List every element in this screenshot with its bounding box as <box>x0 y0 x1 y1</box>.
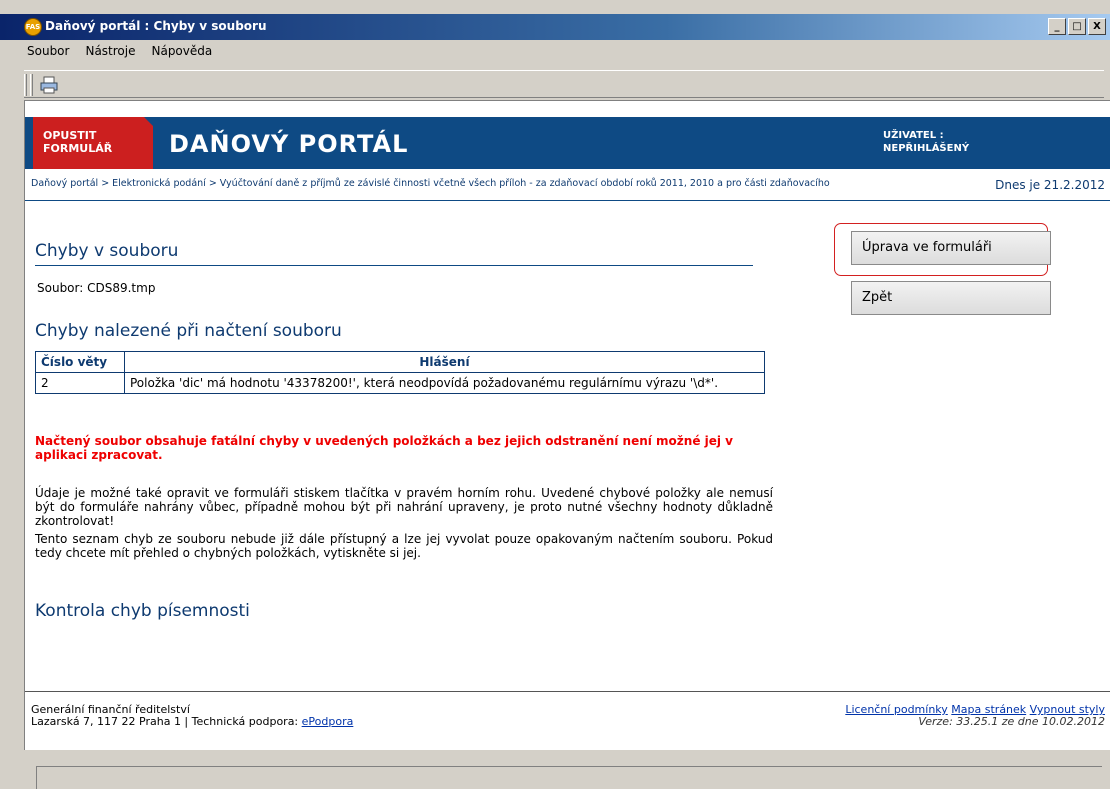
errors-found-heading: Chyby nalezené při načtení souboru <box>35 321 342 341</box>
browser-content: OPUSTIT FORMULÁŘ DAŇOVÝ PORTÁL UŽIVATEL … <box>24 100 1110 750</box>
minimize-button[interactable]: _ <box>1048 18 1066 35</box>
breadcrumb-path[interactable]: Daňový portál > Elektronická podání > Vy… <box>31 178 830 189</box>
menu-soubor[interactable]: Soubor <box>24 44 72 62</box>
epodpora-link[interactable]: ePodpora <box>302 715 354 728</box>
version-info: Verze: 33.25.1 ze dne 10.02.2012 <box>918 715 1105 728</box>
info-text: Údaje je možné také opravit ve formuláři… <box>35 486 773 564</box>
user-label: UŽIVATEL : <box>883 130 944 141</box>
toolbar-grip[interactable] <box>30 74 33 96</box>
title-bar[interactable]: FAS Daňový portál : Chyby v souboru _ □ … <box>0 14 1110 40</box>
page-title: Chyby v souboru <box>35 241 753 266</box>
exit-form-button[interactable]: OPUSTIT FORMULÁŘ <box>33 117 154 169</box>
window-controls: _ □ X <box>1048 18 1106 35</box>
footer-left: Generální finanční ředitelství Lazarská … <box>31 704 353 728</box>
breadcrumb: Daňový portál > Elektronická podání > Vy… <box>25 169 1110 201</box>
current-date: Dnes je 21.2.2012 <box>995 178 1105 192</box>
edit-in-form-button[interactable]: Úprava ve formuláři <box>851 231 1051 265</box>
fatal-error-message: Načtený soubor obsahuje fatální chyby v … <box>35 434 734 462</box>
close-button[interactable]: X <box>1088 18 1106 35</box>
menu-nastroje[interactable]: Nástroje <box>82 44 138 62</box>
table-header-row: Číslo věty Hlášení <box>35 351 765 373</box>
control-heading: Kontrola chyb písemnosti <box>35 601 250 621</box>
column-header: Číslo věty <box>35 351 125 373</box>
column-header: Hlášení <box>124 351 765 373</box>
toolbar <box>24 70 1104 98</box>
portal-header: OPUSTIT FORMULÁŘ DAŇOVÝ PORTÁL UŽIVATEL … <box>25 117 1110 169</box>
footer-address-line: Lazarská 7, 117 22 Praha 1 | Technická p… <box>31 716 353 728</box>
file-name: Soubor: CDS89.tmp <box>37 281 156 295</box>
info-paragraph: Údaje je možné také opravit ve formuláři… <box>35 486 773 528</box>
exit-label-2: FORMULÁŘ <box>43 142 113 155</box>
app-icon: FAS <box>24 18 42 36</box>
footer-right: Licenční podmínky Mapa stránek Vypnout s… <box>845 704 1105 728</box>
row-message-cell: Položka 'dic' má hodnotu '43378200!', kt… <box>124 372 765 394</box>
footer-address: Lazarská 7, 117 22 Praha 1 | Technická p… <box>31 715 302 728</box>
toolbar-grip[interactable] <box>24 74 27 96</box>
back-button[interactable]: Zpět <box>851 281 1051 315</box>
footer: Generální finanční ředitelství Lazarská … <box>25 691 1110 750</box>
errors-table: Číslo věty Hlášení 2 Položka 'dic' má ho… <box>35 351 765 394</box>
menu-bar: Soubor Nástroje Nápověda <box>24 44 215 62</box>
exit-label-1: OPUSTIT <box>43 129 97 142</box>
table-row: 2 Položka 'dic' má hodnotu '43378200!', … <box>35 372 765 394</box>
print-button[interactable] <box>38 74 60 96</box>
user-value: NEPŘIHLÁŠENÝ <box>883 143 970 154</box>
portal-brand: DAŇOVÝ PORTÁL <box>169 130 409 158</box>
menu-napoveda[interactable]: Nápověda <box>148 44 215 62</box>
row-number-cell: 2 <box>35 372 125 394</box>
print-icon <box>40 76 58 94</box>
maximize-button[interactable]: □ <box>1068 18 1086 35</box>
info-paragraph: Tento seznam chyb ze souboru nebude již … <box>35 532 773 560</box>
user-status: UŽIVATEL : NEPŘIHLÁŠENÝ <box>883 129 969 155</box>
window-title: Daňový portál : Chyby v souboru <box>45 19 267 33</box>
status-bar <box>36 766 1102 789</box>
application-window: FAS Daňový portál : Chyby v souboru _ □ … <box>0 0 1110 789</box>
